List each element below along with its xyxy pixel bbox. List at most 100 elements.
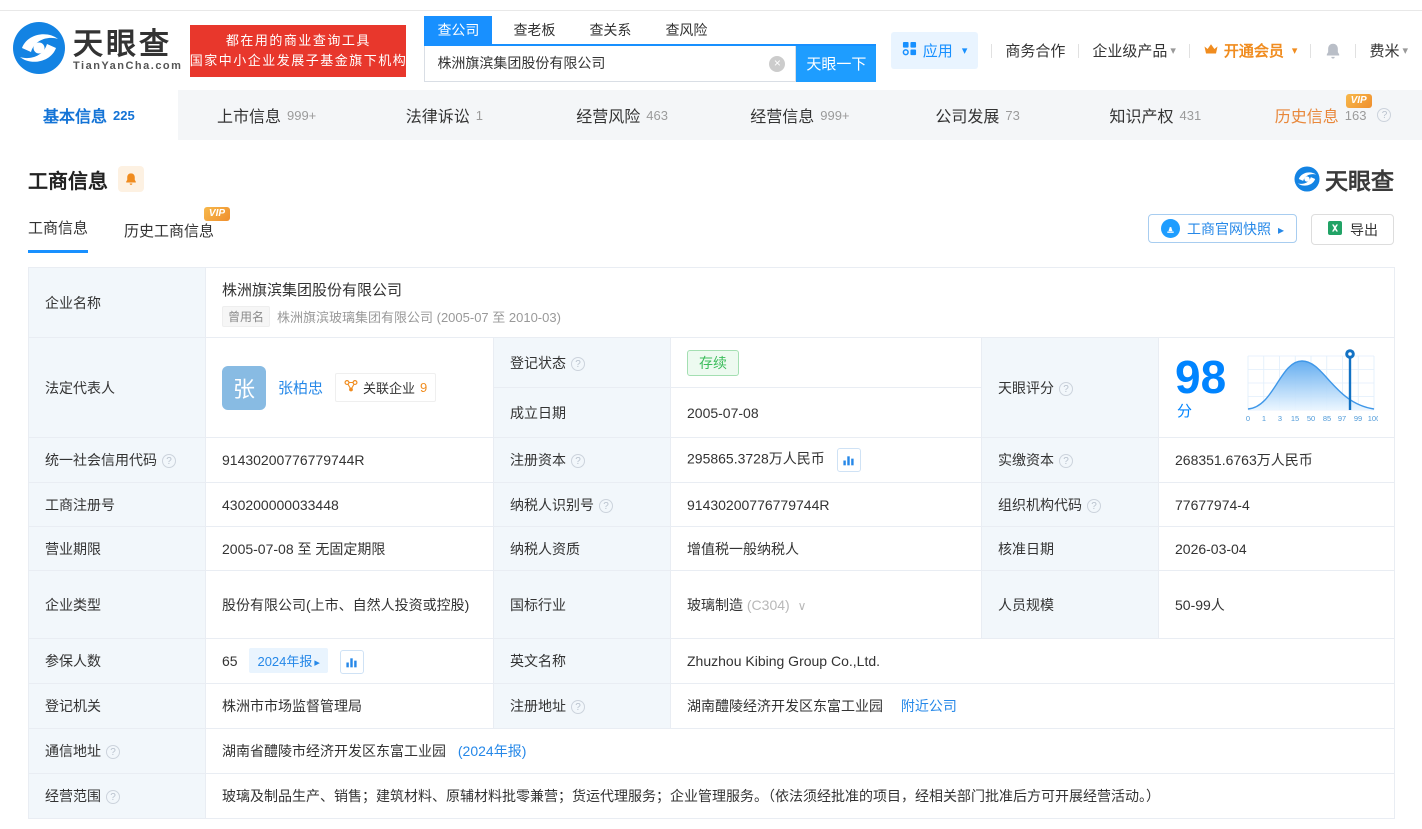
nav-open-vip[interactable]: 开通会员 [1203, 40, 1298, 61]
tab-label: 公司发展 [935, 109, 1000, 126]
tab-label: 历史信息 [1274, 109, 1339, 126]
tab-count: 163 [1344, 107, 1367, 123]
mail-address-label: 通信地址 [28, 728, 206, 774]
mail-address-value: 湖南省醴陵市经济开发区东富工业园 [222, 743, 446, 759]
legal-rep-link[interactable]: 张柏忠 [278, 377, 323, 398]
export-button[interactable]: 导出 [1311, 214, 1394, 245]
subtab-history-business-info[interactable]: VIP 历史工商信息 [124, 207, 231, 253]
industry-label: 国标行业 [493, 570, 671, 639]
legal-rep-label: 法定代表人 [28, 337, 206, 438]
nav-vip-label: 开通会员 [1223, 43, 1284, 60]
term-value: 2005-07-08 至 无固定期限 [205, 526, 494, 571]
tab-label: 上市信息 [216, 109, 281, 126]
capital-trend-chart-icon[interactable] [836, 448, 861, 472]
help-icon[interactable] [106, 745, 120, 759]
reg-capital-value: 295865.3728万人民币 [687, 450, 825, 467]
tab-intellectual-property[interactable]: 知识产权 431 [1067, 90, 1245, 140]
search-tab-risk[interactable]: 查风险 [652, 16, 720, 44]
staff-size-label: 人员规模 [981, 570, 1159, 639]
tab-company-development[interactable]: 公司发展 73 [889, 90, 1067, 140]
tab-history-info[interactable]: VIP 历史信息 163 [1244, 90, 1422, 140]
company-name: 株洲旗滨集团股份有限公司 [222, 281, 403, 299]
staff-size-value: 50-99人 [1157, 570, 1396, 639]
help-icon[interactable] [571, 700, 585, 714]
help-icon[interactable] [571, 454, 585, 468]
table-row: 工商注册号 430200000033448 纳税人识别号 91430200776… [28, 482, 1396, 527]
score-distribution-chart: 0 1 3 15 50 85 97 99 100 [1242, 346, 1380, 429]
business-scope-label: 经营范围 [28, 773, 206, 819]
industry-value: 玻璃制造 [687, 596, 743, 613]
table-row: 统一社会信用代码 91430200776779744R 注册资本 295865.… [28, 437, 1396, 483]
svg-text:50: 50 [1307, 414, 1315, 423]
nav-enterprise-products[interactable]: 企业级产品 [1092, 40, 1176, 61]
related-companies-count: 9 [420, 380, 428, 395]
reg-address-value: 湖南醴陵经济开发区东富工业园 [687, 698, 883, 714]
tab-operating-risk[interactable]: 经营风险 463 [533, 90, 711, 140]
help-icon[interactable] [1087, 498, 1101, 513]
credit-code-label: 统一社会信用代码 [28, 437, 206, 483]
legal-rep-avatar[interactable]: 张 [222, 365, 266, 410]
help-icon[interactable] [1059, 454, 1073, 468]
business-info-section: 工商信息 天眼查 工商信息 VIP 历史工商信息 工商官网快照 ▸ 导出 企业名… [0, 140, 1422, 819]
related-companies-tag[interactable]: 关联企业 9 [335, 373, 437, 402]
vip-badge: VIP [203, 207, 231, 221]
tab-listing-info[interactable]: 上市信息 999+ [178, 90, 356, 140]
help-icon[interactable] [106, 790, 120, 804]
tab-count: 999+ [286, 107, 317, 123]
nav-user-menu[interactable]: 费米 [1369, 40, 1408, 61]
nav-enterprise-label: 企业级产品 [1092, 43, 1168, 60]
help-icon[interactable] [1059, 381, 1073, 396]
slogan-banner: 都在用的商业查询工具 国家中小企业发展子基金旗下机构 [190, 24, 407, 77]
apps-grid-icon [902, 41, 917, 60]
nearby-companies-link[interactable]: 附近公司 [901, 698, 957, 714]
tab-count: 999+ [820, 107, 850, 123]
search-tab-company[interactable]: 查公司 [424, 15, 493, 44]
logo-title: 天眼查 [73, 27, 172, 61]
paid-capital-value: 268351.6763万人民币 [1157, 437, 1396, 483]
subtab-business-info[interactable]: 工商信息 [28, 217, 89, 253]
taxpayer-quality-value: 增值税一般纳税人 [670, 526, 982, 571]
divider [1355, 43, 1357, 58]
tab-business-info[interactable]: 经营信息 999+ [711, 90, 889, 140]
reg-status-label: 登记状态 [493, 337, 671, 388]
table-row: 营业期限 2005-07-08 至 无固定期限 纳税人资质 增值税一般纳税人 核… [28, 526, 1396, 571]
nav-apps[interactable]: 应用 [890, 32, 979, 69]
divider [991, 43, 993, 58]
score-unit: 分 [1177, 403, 1193, 420]
annual-report-tag[interactable]: 2024年报 [249, 647, 328, 673]
official-snapshot-button[interactable]: 工商官网快照 [1147, 214, 1297, 243]
business-info-table: 企业名称 株洲旗滨集团股份有限公司 曾用名 株洲旗滨玻璃集团有限公司 (2005… [28, 267, 1396, 819]
approval-date-value: 2026-03-04 [1157, 526, 1396, 571]
search-input[interactable] [425, 45, 756, 81]
table-row: 经营范围 玻璃及制品生产、销售；建筑材料、原辅材料批零兼营；货运代理服务；企业管… [28, 773, 1396, 819]
svg-text:97: 97 [1338, 414, 1346, 423]
help-icon[interactable] [1377, 108, 1392, 122]
tianyancha-logo[interactable]: 天眼查 TianYanCha.com [12, 21, 182, 80]
search-block: 查公司 查老板 查关系 查风险 天眼一下 [424, 15, 877, 82]
vip-badge: VIP [1345, 94, 1372, 108]
svg-text:0: 0 [1246, 414, 1250, 423]
help-icon[interactable] [599, 498, 613, 513]
reg-address-label: 注册地址 [493, 683, 671, 729]
org-code-value: 77677974-4 [1157, 482, 1396, 527]
former-name-tag: 曾用名 [222, 305, 271, 327]
subscribe-bell-icon[interactable] [118, 166, 144, 192]
search-button[interactable]: 天眼一下 [796, 45, 877, 82]
svg-text:3: 3 [1278, 414, 1282, 423]
help-icon[interactable] [571, 356, 585, 371]
search-tab-boss[interactable]: 查老板 [500, 16, 568, 44]
tab-legal-litigation[interactable]: 法律诉讼 1 [356, 90, 534, 140]
notification-bell-icon[interactable] [1324, 42, 1342, 60]
tab-basic-info[interactable]: 基本信息 225 [0, 90, 178, 140]
help-icon[interactable] [162, 454, 176, 468]
annual-report-link[interactable]: (2024年报) [458, 743, 526, 759]
insured-trend-chart-icon[interactable] [339, 650, 364, 675]
divider [1078, 43, 1080, 58]
tab-count: 431 [1179, 107, 1202, 123]
nav-cooperation[interactable]: 商务合作 [1005, 40, 1065, 61]
tab-count: 463 [646, 107, 668, 123]
search-tab-relation[interactable]: 查关系 [576, 16, 644, 44]
reg-no-label: 工商注册号 [28, 482, 206, 527]
clear-search-icon[interactable] [769, 55, 786, 72]
chevron-down-icon[interactable] [798, 597, 807, 613]
